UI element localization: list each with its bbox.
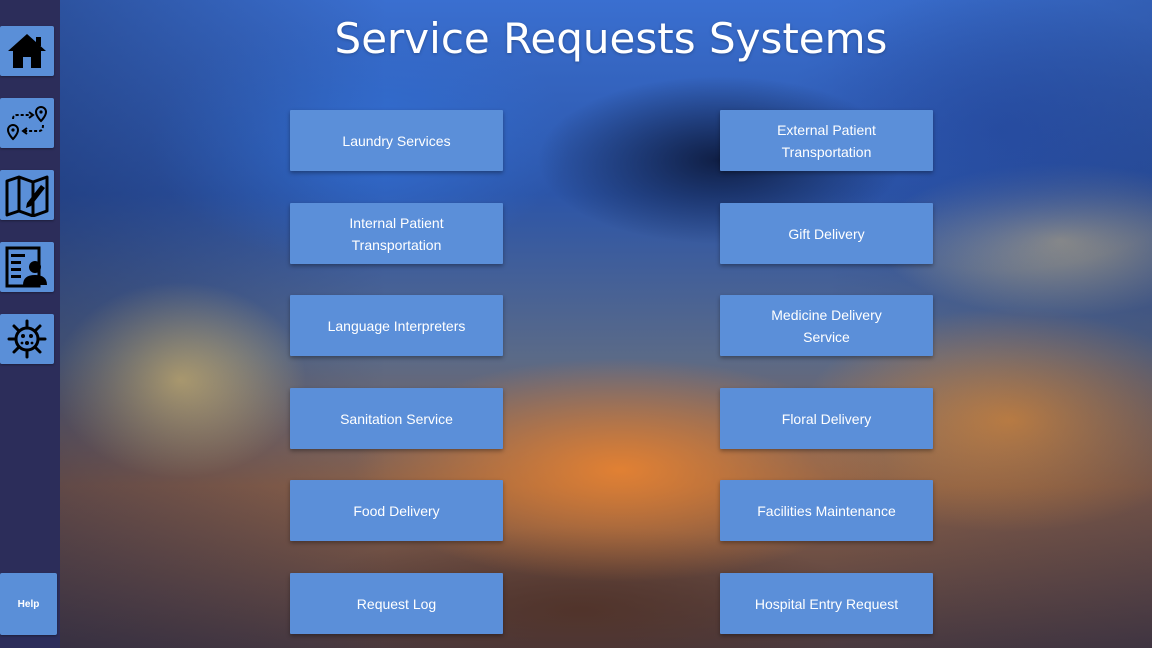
map-editor-button[interactable] — [0, 170, 54, 220]
virus-icon — [5, 317, 49, 361]
background-image — [60, 0, 1152, 648]
laundry-services-button[interactable]: Laundry Services — [290, 110, 503, 171]
home-button[interactable] — [0, 26, 54, 76]
sidebar: Help — [0, 0, 60, 648]
request-log-button[interactable]: Request Log — [290, 573, 503, 634]
medicine-delivery-service-button[interactable]: Medicine Delivery Service — [720, 295, 933, 356]
hospital-entry-request-button[interactable]: Hospital Entry Request — [720, 573, 933, 634]
profile-card-icon — [5, 245, 49, 289]
language-interpreters-button[interactable]: Language Interpreters — [290, 295, 503, 356]
floral-delivery-button[interactable]: Floral Delivery — [720, 388, 933, 449]
patient-info-button[interactable] — [0, 242, 54, 292]
route-icon — [5, 103, 49, 143]
facilities-maintenance-button[interactable]: Facilities Maintenance — [720, 480, 933, 541]
home-icon — [5, 31, 49, 71]
sanitation-service-button[interactable]: Sanitation Service — [290, 388, 503, 449]
pathfinding-button[interactable] — [0, 98, 54, 148]
food-delivery-button[interactable]: Food Delivery — [290, 480, 503, 541]
help-button[interactable]: Help — [0, 573, 57, 635]
internal-patient-transportation-button[interactable]: Internal Patient Transportation — [290, 203, 503, 264]
gift-delivery-button[interactable]: Gift Delivery — [720, 203, 933, 264]
external-patient-transportation-button[interactable]: External Patient Transportation — [720, 110, 933, 171]
map-edit-icon — [5, 173, 49, 217]
page-title: Service Requests Systems — [334, 14, 888, 63]
covid-button[interactable] — [0, 314, 54, 364]
